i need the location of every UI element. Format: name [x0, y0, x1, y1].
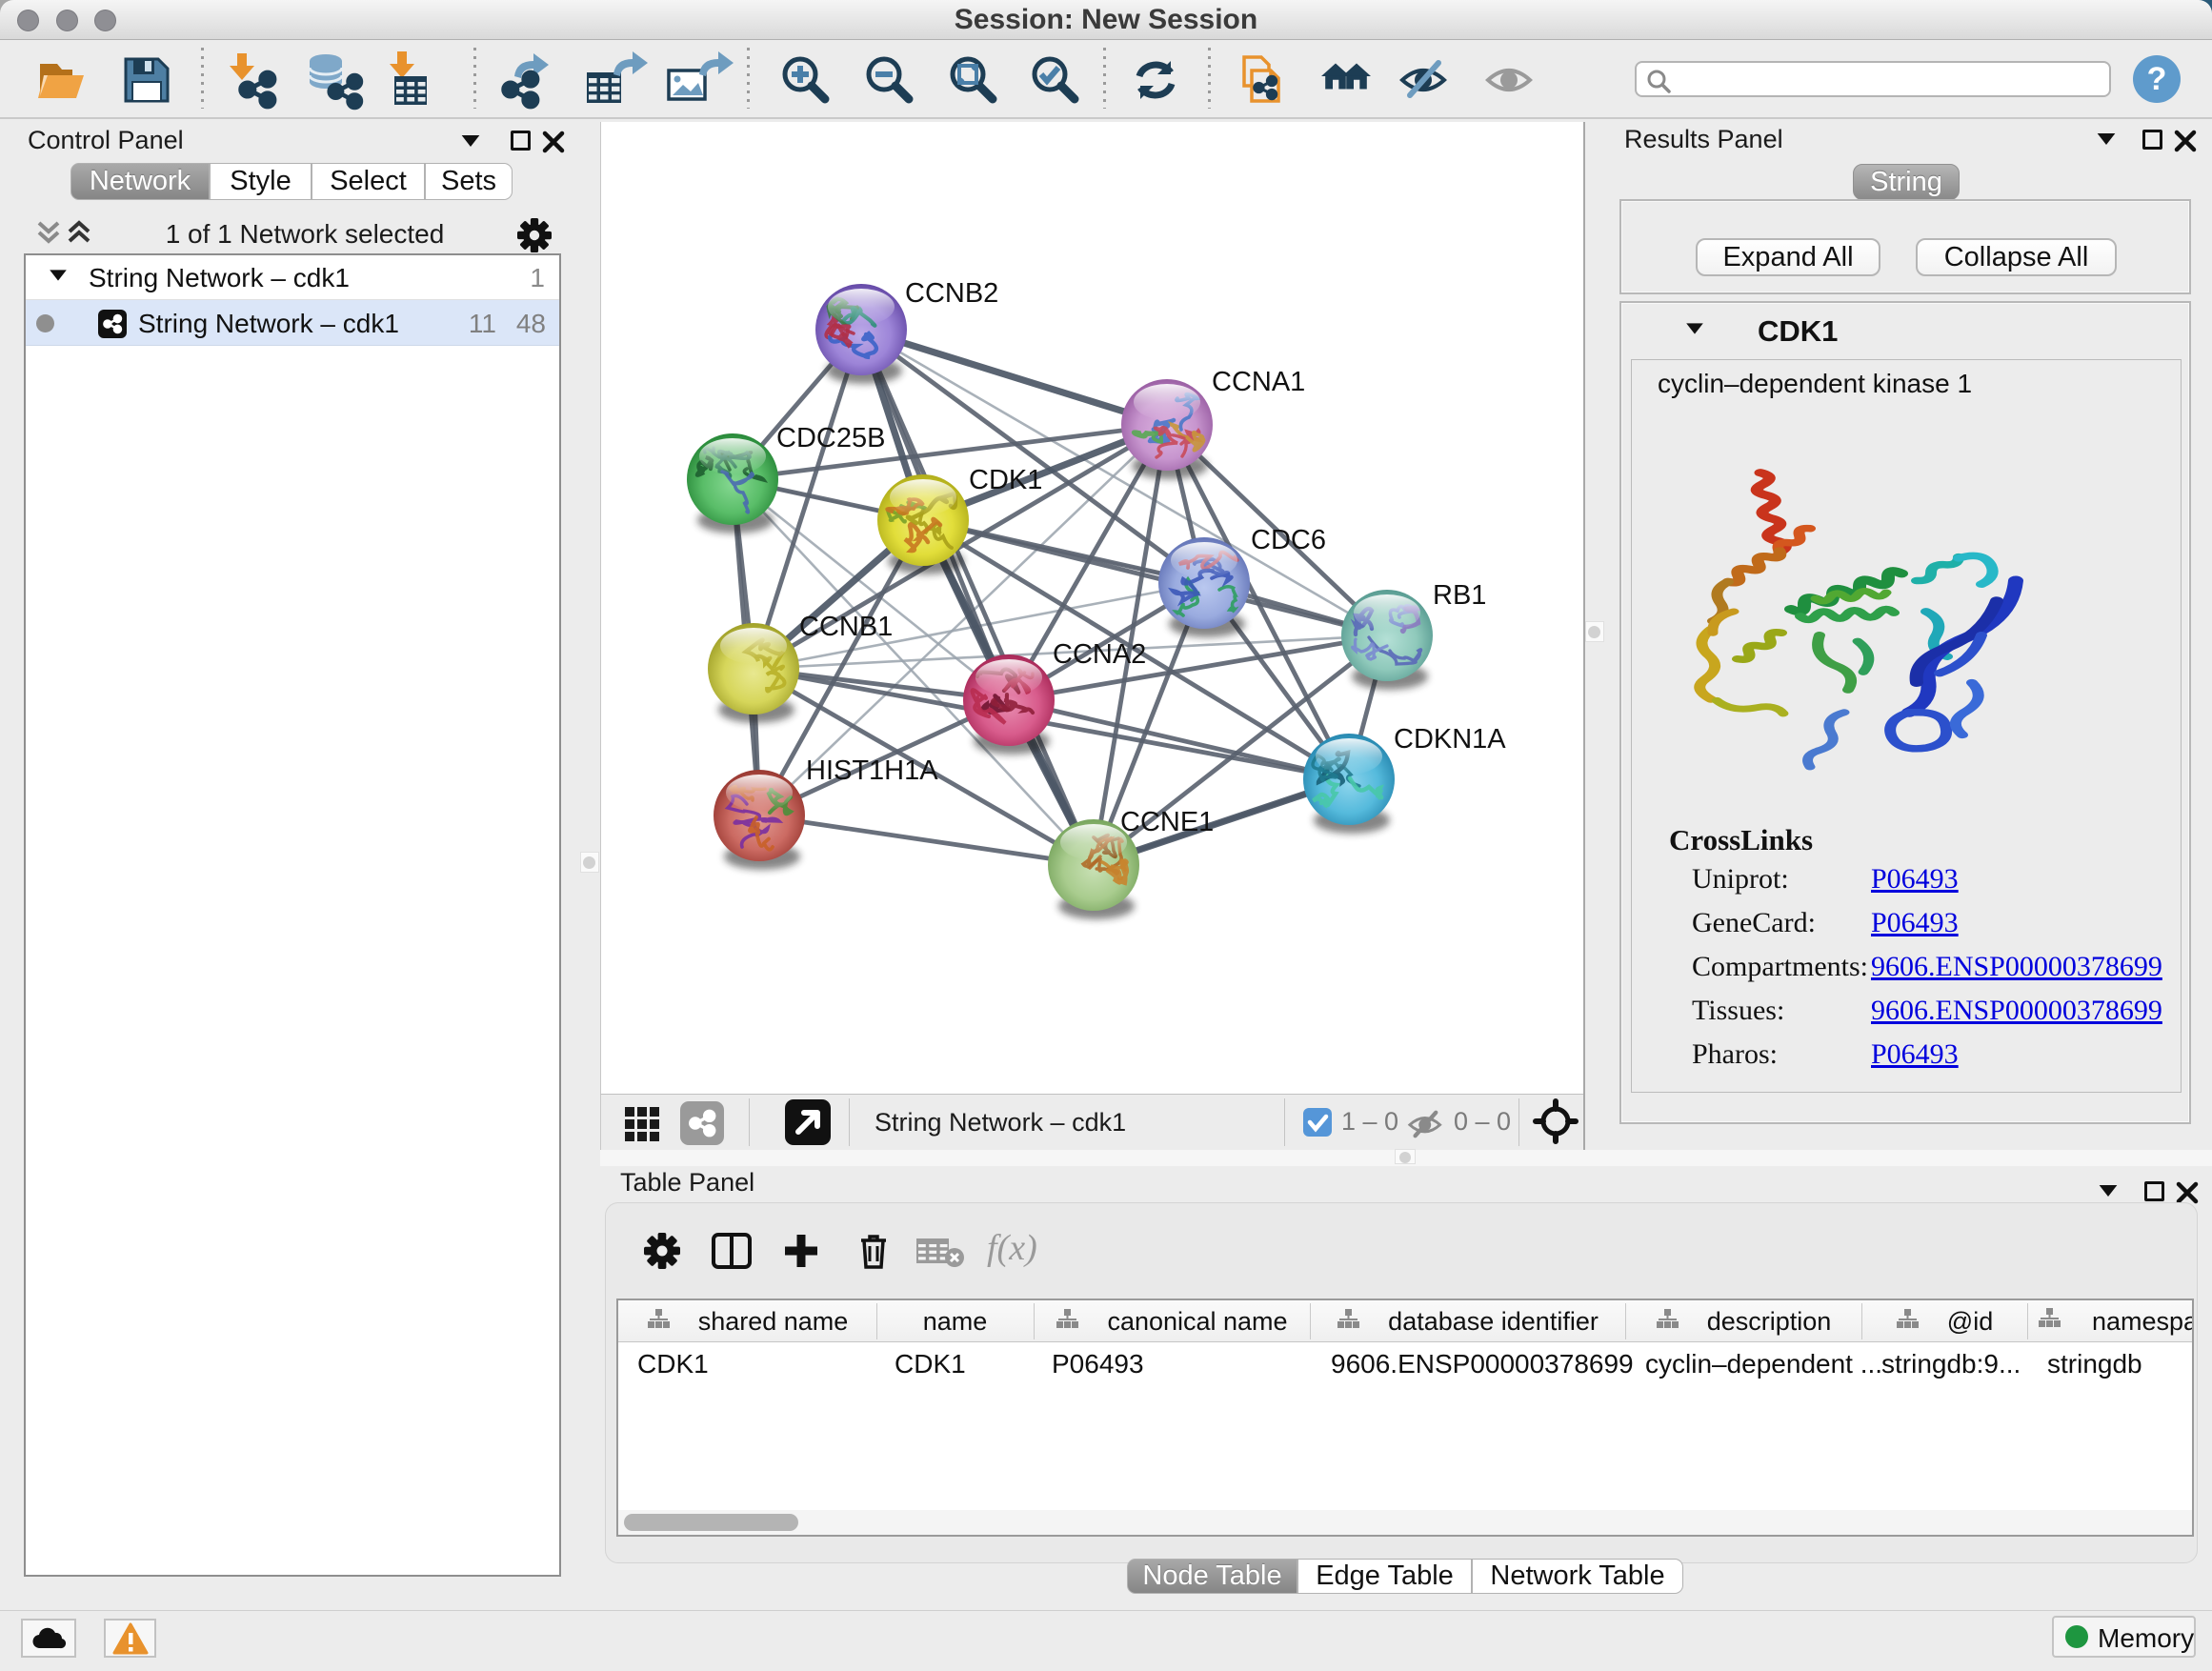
svg-text:CCNB2: CCNB2: [905, 278, 998, 309]
svg-text:RB1: RB1: [1433, 580, 1486, 611]
svg-text:CDKN1A: CDKN1A: [1394, 724, 1506, 755]
svg-text:?: ?: [2147, 61, 2167, 97]
svg-text:HIST1H1A: HIST1H1A: [806, 755, 938, 786]
svg-text:CDC25B: CDC25B: [776, 423, 885, 453]
svg-text:CCNB1: CCNB1: [799, 612, 893, 642]
svg-text:CCNA2: CCNA2: [1053, 639, 1146, 670]
svg-text:CDK1: CDK1: [969, 465, 1042, 495]
svg-text:CCNA1: CCNA1: [1212, 367, 1305, 397]
svg-text:CDC6: CDC6: [1251, 525, 1326, 555]
svg-text:CCNE1: CCNE1: [1120, 807, 1214, 837]
